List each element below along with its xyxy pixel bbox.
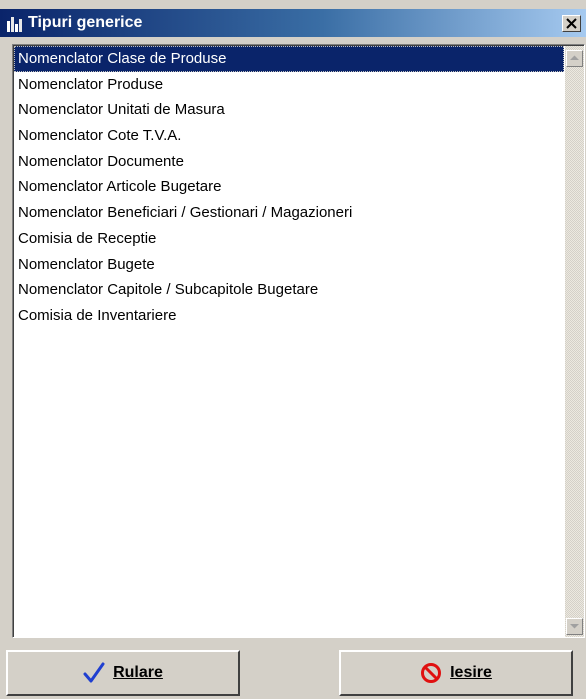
arrow-up-icon — [570, 55, 579, 60]
listbox-inner: Nomenclator Clase de Produse Nomenclator … — [13, 45, 584, 637]
vertical-scrollbar[interactable] — [565, 46, 584, 637]
list-item[interactable]: Nomenclator Clase de Produse — [14, 46, 564, 72]
list-item[interactable]: Comisia de Receptie — [14, 226, 564, 252]
list-item[interactable]: Nomenclator Unitati de Masura — [14, 97, 564, 123]
arrow-down-icon — [570, 624, 579, 629]
no-entry-icon — [420, 662, 442, 684]
close-icon — [566, 18, 577, 29]
list-item[interactable]: Nomenclator Documente — [14, 149, 564, 175]
checkmark-icon — [83, 662, 105, 684]
scroll-up-button[interactable] — [566, 50, 583, 67]
exit-button-label: Iesire — [450, 664, 492, 681]
list-item[interactable]: Comisia de Inventariere — [14, 303, 564, 329]
list-item[interactable]: Nomenclator Produse — [14, 72, 564, 98]
type-listbox[interactable]: Nomenclator Clase de Produse Nomenclator … — [12, 44, 585, 638]
list-item[interactable]: Nomenclator Bugete — [14, 252, 564, 278]
close-button[interactable] — [562, 15, 581, 32]
bar-chart-icon — [6, 15, 23, 32]
list-items: Nomenclator Clase de Produse Nomenclator … — [14, 46, 564, 637]
list-item[interactable]: Nomenclator Capitole / Subcapitole Buget… — [14, 277, 564, 303]
exit-button[interactable]: Iesire — [339, 650, 573, 696]
window-title: Tipuri generice — [28, 14, 143, 31]
list-item[interactable]: Nomenclator Cote T.V.A. — [14, 123, 564, 149]
run-button[interactable]: Rulare — [6, 650, 240, 696]
list-item[interactable]: Nomenclator Articole Bugetare — [14, 174, 564, 200]
list-item[interactable]: Nomenclator Beneficiari / Gestionari / M… — [14, 200, 564, 226]
title-bar[interactable]: Tipuri generice — [0, 9, 586, 37]
scroll-down-button[interactable] — [566, 618, 583, 635]
dialog-window: Tipuri generice Nomenclator Clase de Pro… — [0, 0, 586, 699]
run-button-label: Rulare — [113, 664, 163, 681]
